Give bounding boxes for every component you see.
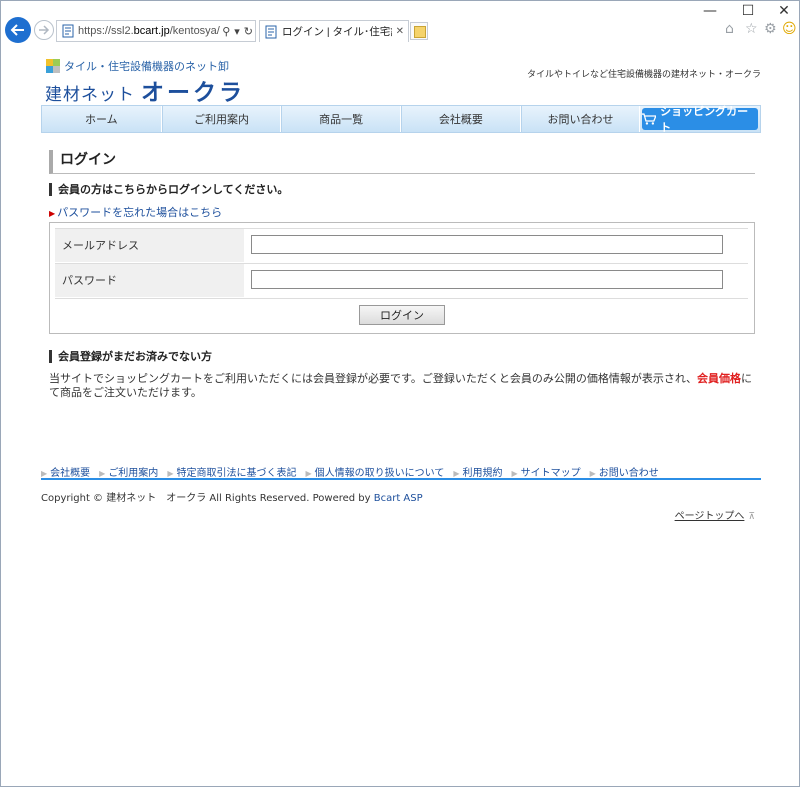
site-logo[interactable]: 建材ネット オークラ (45, 73, 245, 107)
home-icon[interactable]: ⌂ (725, 21, 734, 37)
login-form: メールアドレス パスワード ログイン (49, 222, 755, 334)
minimize-button[interactable]: — (700, 3, 720, 19)
tab-close-icon[interactable]: ✕ (396, 26, 404, 37)
site-tagline: タイル・住宅設備機器のネット卸 (46, 58, 229, 74)
member-login-heading: 会員の方はこちらからログインしてください。 (49, 183, 288, 196)
new-tab-button[interactable] (410, 22, 428, 40)
email-row: メールアドレス (55, 228, 748, 262)
nav-products[interactable]: 商品一覧 (281, 106, 401, 132)
refresh-icon[interactable]: ↻ (244, 25, 253, 38)
footer-link-terms[interactable]: ▶ 利用規約 (453, 464, 502, 479)
footer-link-commerce-law[interactable]: ▶ 特定商取引法に基づく表記 (167, 464, 296, 479)
browser-window: — ☐ ✕ https://ssl2.bcart.jp/kentosya/k ⚲… (0, 0, 800, 787)
forward-button[interactable] (34, 20, 54, 40)
footer-link-guide[interactable]: ▶ ご利用案内 (99, 464, 158, 479)
footer-link-contact[interactable]: ▶ お問い合わせ (590, 464, 659, 479)
site-page-icon (62, 24, 74, 38)
footer-link-company[interactable]: ▶ 会社概要 (41, 464, 90, 479)
password-row: パスワード (55, 263, 748, 297)
member-price-text: 会員価格 (697, 372, 742, 385)
footer-link-privacy[interactable]: ▶ 個人情報の取り扱いについて (305, 464, 444, 479)
web-page: タイル・住宅設備機器のネット卸 建材ネット オークラ タイルやトイレなど住宅設備機… (1, 45, 799, 786)
forgot-password-link[interactable]: ▶ パスワードを忘れた場合はこちら (49, 204, 222, 220)
back-button[interactable] (5, 17, 31, 43)
login-button[interactable]: ログイン (359, 305, 445, 325)
header-right-text: タイルやトイレなど住宅設備機器の建材ネット・オークラ (526, 70, 761, 80)
nav-guide[interactable]: ご利用案内 (161, 106, 282, 132)
page-top-link[interactable]: ページトップへ ⊼ (675, 507, 755, 522)
cart-label: ショッピングカート (660, 105, 749, 134)
page-title: ログイン (49, 150, 755, 174)
cart-icon (642, 113, 657, 125)
triangle-bullet-icon: ▶ (49, 209, 56, 218)
address-bar[interactable]: https://ssl2.bcart.jp/kentosya/k ⚲ ▾ ↻ (56, 20, 256, 42)
register-heading: 会員登録がまだお済みでない方 (49, 350, 212, 363)
search-icon[interactable]: ⚲ (222, 25, 230, 38)
close-window-button[interactable]: ✕ (774, 3, 794, 19)
password-label: パスワード (55, 264, 244, 297)
logo-mark-icon (46, 59, 60, 73)
bcart-link[interactable]: Bcart ASP (374, 493, 423, 504)
logo-line1: 建材ネット (45, 85, 135, 105)
shopping-cart-button[interactable]: ショッピングカート (642, 105, 759, 134)
settings-icon[interactable]: ⚙ (764, 21, 777, 37)
favorites-icon[interactable]: ☆ (745, 21, 758, 37)
footer-nav: ▶ 会社概要 ▶ ご利用案内 ▶ 特定商取引法に基づく表記 ▶ 個人情報の取り扱いについ… (41, 464, 761, 480)
form-divider (55, 298, 748, 299)
tagline-text: タイル・住宅設備機器のネット卸 (64, 60, 229, 73)
email-field[interactable] (251, 235, 723, 254)
nav-contact[interactable]: お問い合わせ (520, 106, 641, 132)
tab-title: ログイン | タイル･住宅設備機... (282, 26, 392, 38)
register-text: 当サイトでショッピングカートをご利用いただくには会員登録が必要です。ご登録いただ… (49, 372, 753, 399)
footer-link-sitemap[interactable]: ▶ サイトマップ (511, 464, 580, 479)
nav-home[interactable]: ホーム (42, 106, 162, 132)
copyright: Copyright © 建材ネット オークラ All Rights Reserv… (41, 493, 423, 504)
nav-company[interactable]: 会社概要 (401, 106, 521, 132)
browser-chrome: — ☐ ✕ https://ssl2.bcart.jp/kentosya/k ⚲… (1, 1, 799, 45)
smiley-icon[interactable]: ☺ (782, 21, 797, 37)
url-text[interactable]: https://ssl2.bcart.jp/kentosya/k (78, 25, 220, 37)
back-arrow-icon (10, 24, 24, 36)
tab-login[interactable]: ログイン | タイル･住宅設備機... ✕ (259, 20, 409, 42)
maximize-button[interactable]: ☐ (738, 3, 758, 19)
password-field[interactable] (251, 270, 723, 289)
global-nav: ホーム ご利用案内 商品一覧 会社概要 お問い合わせ ショッピングカート (41, 105, 761, 134)
forward-arrow-icon (39, 25, 50, 35)
up-arrow-icon: ⊼ (748, 512, 755, 522)
logo-line2: オークラ (141, 80, 245, 106)
tab-favicon-icon (265, 25, 277, 38)
dropdown-icon[interactable]: ▾ (234, 25, 240, 38)
email-label: メールアドレス (55, 229, 244, 262)
